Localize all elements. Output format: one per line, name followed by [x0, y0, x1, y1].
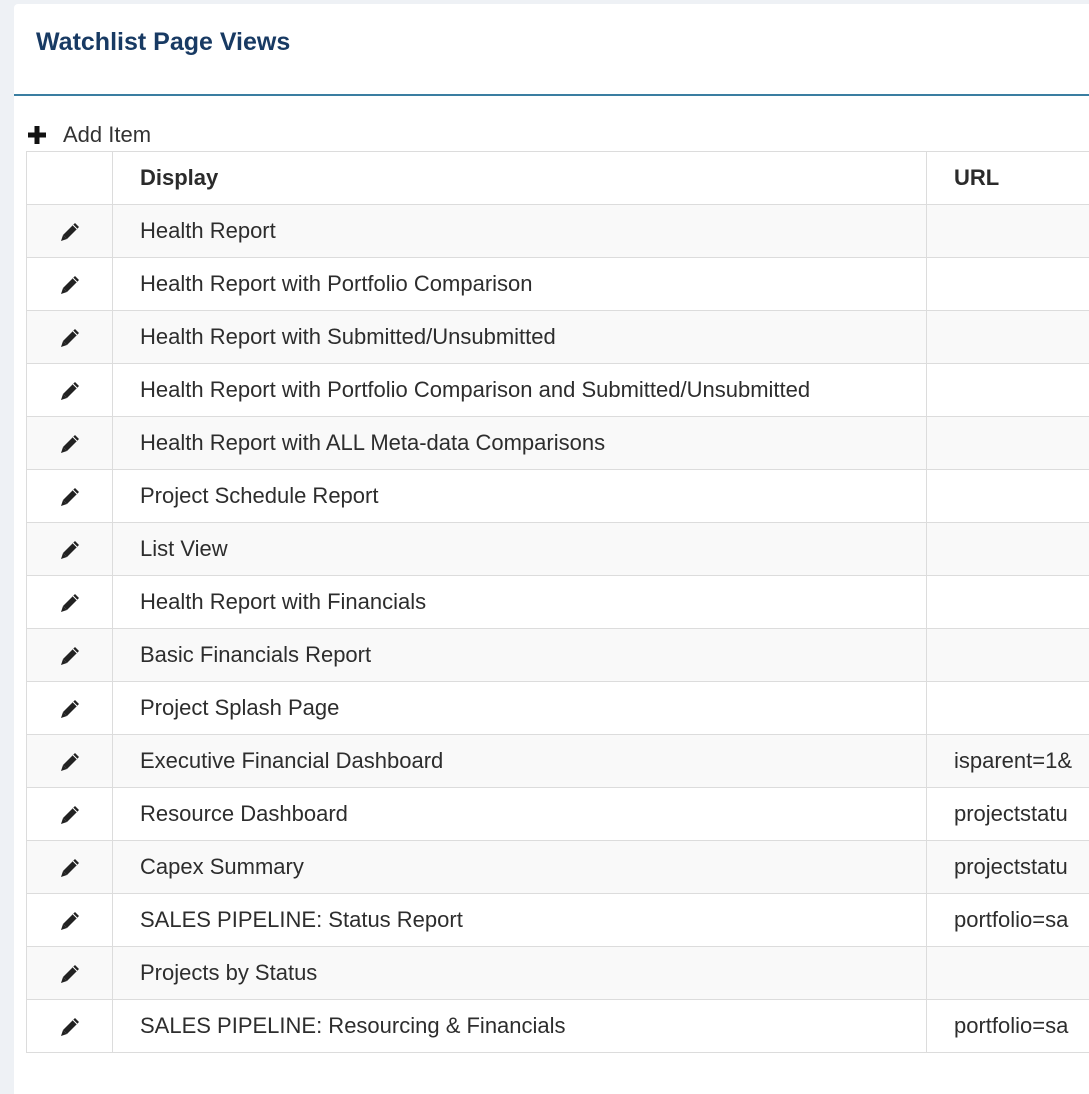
display-cell: Project Splash Page — [113, 682, 927, 735]
plus-icon — [28, 126, 46, 144]
panel-title: Watchlist Page Views — [36, 28, 290, 57]
table-row: List View — [27, 523, 1089, 576]
url-cell — [927, 364, 1089, 417]
table-row: Capex Summaryprojectstatu — [27, 841, 1089, 894]
pencil-icon[interactable] — [59, 592, 81, 614]
display-cell: Executive Financial Dashboard — [113, 735, 927, 788]
url-cell — [927, 205, 1089, 258]
edit-cell — [27, 311, 113, 364]
table-row: Health Report with Portfolio Comparison — [27, 258, 1089, 311]
edit-cell — [27, 788, 113, 841]
edit-cell — [27, 364, 113, 417]
display-cell: Health Report with ALL Meta-data Compari… — [113, 417, 927, 470]
pencil-icon[interactable] — [59, 1016, 81, 1038]
url-cell — [927, 417, 1089, 470]
url-cell — [927, 576, 1089, 629]
url-cell: portfolio=sa — [927, 894, 1089, 947]
table-row: Health Report with Financials — [27, 576, 1089, 629]
url-cell — [927, 258, 1089, 311]
display-cell: Health Report — [113, 205, 927, 258]
table-row: Resource Dashboardprojectstatu — [27, 788, 1089, 841]
edit-cell — [27, 417, 113, 470]
column-header-edit — [27, 152, 113, 205]
panel-header: Watchlist Page Views — [14, 4, 1089, 96]
pencil-icon[interactable] — [59, 804, 81, 826]
edit-cell — [27, 841, 113, 894]
pencil-icon[interactable] — [59, 751, 81, 773]
display-cell: Project Schedule Report — [113, 470, 927, 523]
table-row: SALES PIPELINE: Status Reportportfolio=s… — [27, 894, 1089, 947]
table-row: SALES PIPELINE: Resourcing & Financialsp… — [27, 1000, 1089, 1053]
display-cell: Basic Financials Report — [113, 629, 927, 682]
url-cell: portfolio=sa — [927, 1000, 1089, 1053]
column-header-display[interactable]: Display — [113, 152, 927, 205]
url-cell — [927, 947, 1089, 1000]
pencil-icon[interactable] — [59, 539, 81, 561]
table-row: Projects by Status — [27, 947, 1089, 1000]
pencil-icon[interactable] — [59, 327, 81, 349]
pencil-icon[interactable] — [59, 433, 81, 455]
display-cell: Health Report with Portfolio Comparison … — [113, 364, 927, 417]
url-cell: projectstatu — [927, 841, 1089, 894]
display-cell: Health Report with Portfolio Comparison — [113, 258, 927, 311]
display-cell: SALES PIPELINE: Resourcing & Financials — [113, 1000, 927, 1053]
page-views-table: Display URL Health ReportHealth Report w… — [26, 151, 1089, 1053]
pencil-icon[interactable] — [59, 963, 81, 985]
table-row: Health Report with Submitted/Unsubmitted — [27, 311, 1089, 364]
pencil-icon[interactable] — [59, 380, 81, 402]
edit-cell — [27, 470, 113, 523]
edit-cell — [27, 947, 113, 1000]
pencil-icon[interactable] — [59, 910, 81, 932]
pencil-icon[interactable] — [59, 645, 81, 667]
display-cell: Health Report with Submitted/Unsubmitted — [113, 311, 927, 364]
edit-cell — [27, 1000, 113, 1053]
table-row: Project Schedule Report — [27, 470, 1089, 523]
edit-cell — [27, 258, 113, 311]
pencil-icon[interactable] — [59, 857, 81, 879]
display-cell: Projects by Status — [113, 947, 927, 1000]
add-item-label: Add Item — [63, 122, 151, 148]
url-cell: projectstatu — [927, 788, 1089, 841]
table-row: Project Splash Page — [27, 682, 1089, 735]
url-cell — [927, 629, 1089, 682]
url-cell — [927, 682, 1089, 735]
url-cell: isparent=1& — [927, 735, 1089, 788]
url-cell — [927, 470, 1089, 523]
table-row: Health Report with Portfolio Comparison … — [27, 364, 1089, 417]
edit-cell — [27, 523, 113, 576]
pencil-icon[interactable] — [59, 486, 81, 508]
column-header-url[interactable]: URL — [927, 152, 1089, 205]
table-row: Executive Financial Dashboardisparent=1& — [27, 735, 1089, 788]
display-cell: SALES PIPELINE: Status Report — [113, 894, 927, 947]
url-cell — [927, 311, 1089, 364]
edit-cell — [27, 629, 113, 682]
pencil-icon[interactable] — [59, 221, 81, 243]
edit-cell — [27, 576, 113, 629]
table-row: Health Report — [27, 205, 1089, 258]
display-cell: Health Report with Financials — [113, 576, 927, 629]
pencil-icon[interactable] — [59, 698, 81, 720]
edit-cell — [27, 205, 113, 258]
add-item-button[interactable]: Add Item — [28, 120, 151, 150]
display-cell: List View — [113, 523, 927, 576]
url-cell — [927, 523, 1089, 576]
table-header-row: Display URL — [27, 152, 1089, 205]
display-cell: Capex Summary — [113, 841, 927, 894]
page-views-table-wrap: Display URL Health ReportHealth Report w… — [26, 151, 1089, 1053]
pencil-icon[interactable] — [59, 274, 81, 296]
table-row: Health Report with ALL Meta-data Compari… — [27, 417, 1089, 470]
display-cell: Resource Dashboard — [113, 788, 927, 841]
edit-cell — [27, 735, 113, 788]
edit-cell — [27, 682, 113, 735]
edit-cell — [27, 894, 113, 947]
table-row: Basic Financials Report — [27, 629, 1089, 682]
